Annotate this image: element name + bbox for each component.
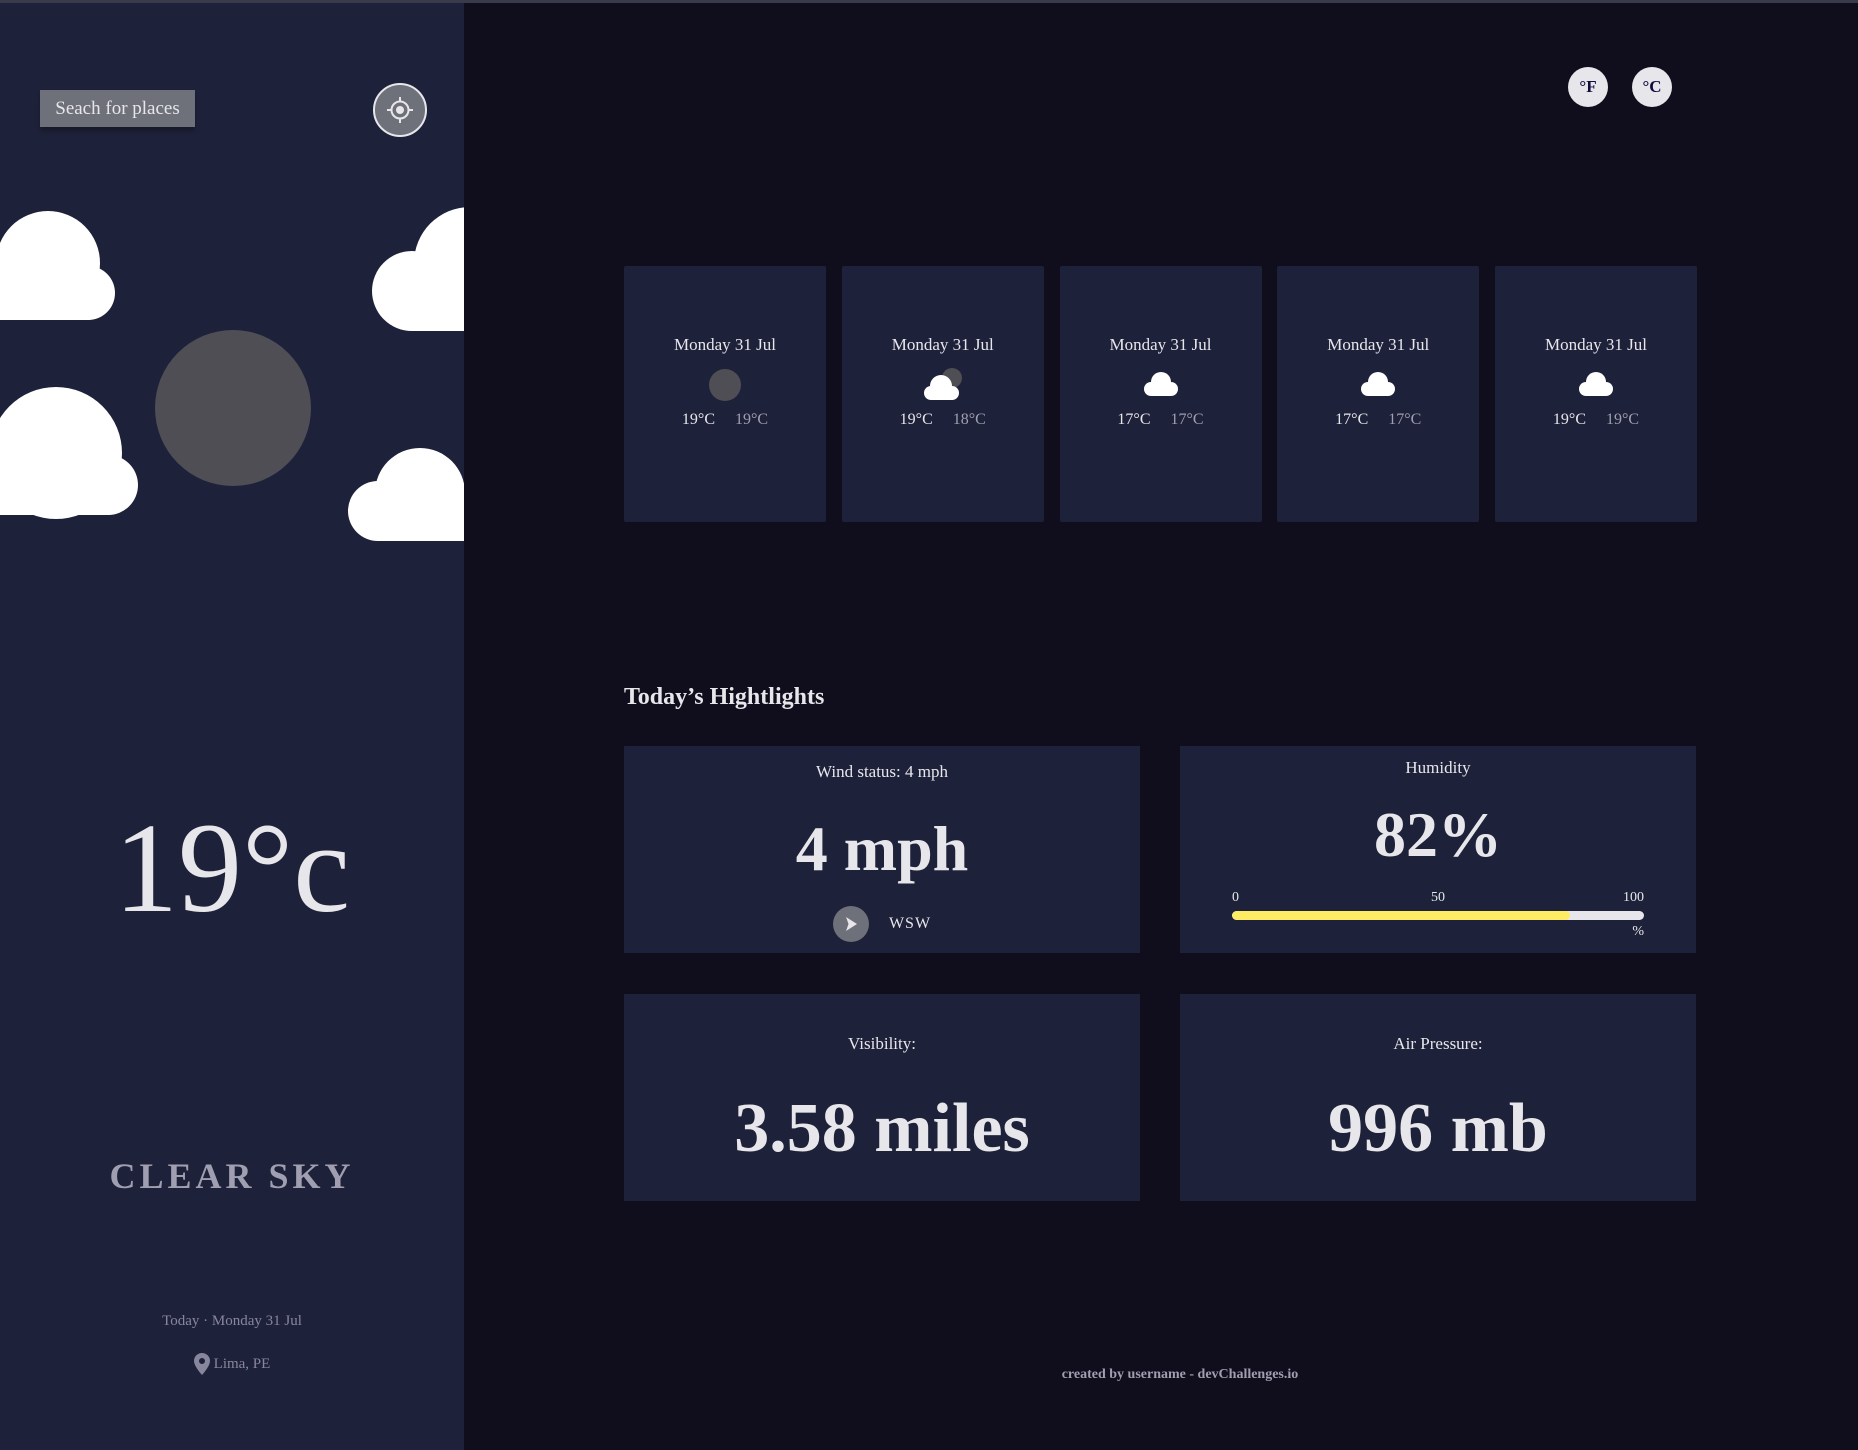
cloud-icon (372, 207, 464, 331)
cloud-icon (348, 448, 464, 541)
air-pressure-card: Air Pressure: 996 mb (1180, 994, 1696, 1201)
humidity-unit: % (1632, 924, 1644, 939)
humidity-progress-bar (1232, 911, 1644, 920)
locate-button[interactable] (373, 83, 427, 137)
forecast-day-card[interactable]: Monday 31 Jul 19°C 18°C (841, 266, 1044, 522)
forecast-date: Monday 31 Jul (1109, 335, 1212, 354)
visibility-label: Visibility: (848, 1034, 916, 1053)
forecast-min-temp: 19°C (735, 411, 769, 428)
cloud-icon (0, 211, 115, 320)
current-temperature: 19°c (114, 797, 350, 939)
cloud-icon (1361, 372, 1396, 396)
scale-min-label: 0 (1232, 890, 1239, 905)
forecast-date: Monday 31 Jul (1545, 335, 1647, 354)
weather-condition: CLEAR SKY (109, 1156, 355, 1196)
forecast-max-temp: 19°C (1552, 411, 1586, 428)
forecast-day-card[interactable]: Monday 31 Jul 19°C 19°C (1495, 266, 1697, 522)
forecast-day-card[interactable]: Monday 31 Jul 17°C 17°C (1059, 266, 1262, 522)
forecast-min-temp: 18°C (952, 411, 986, 428)
forecast-date: Monday 31 Jul (674, 335, 776, 354)
air-pressure-label: Air Pressure: (1393, 1034, 1483, 1053)
scale-max-label: 100 (1623, 890, 1644, 905)
today-date: Today · Monday 31 Jul (162, 1313, 302, 1329)
wind-direction-label: WSW (888, 915, 932, 932)
scale-mid-label: 50 (1431, 890, 1445, 905)
search-places-button[interactable]: Seach for places (40, 90, 195, 127)
forecast-list: Monday 31 Jul 19°C 19°C Monday 31 Jul 19… (624, 266, 1697, 522)
wind-status-card: Wind status: 4 mph 4 mph WSW (624, 746, 1140, 953)
few-clouds-icon (923, 368, 962, 400)
humidity-label: Humidity (1405, 758, 1471, 777)
air-pressure-value: 996 mb (1328, 1090, 1548, 1167)
highlights-title: Today’s Hightlights (624, 684, 825, 710)
location: Lima, PE (0, 1353, 464, 1375)
humidity-card: Humidity 82% 0 50 100 % (1180, 746, 1696, 953)
forecast-max-temp: 19°C (899, 411, 933, 428)
forecast-min-temp: 19°C (1606, 411, 1640, 428)
visibility-card: Visibility: 3.58 miles (624, 994, 1140, 1201)
navigation-arrow-icon (845, 917, 857, 931)
forecast-day-card[interactable]: Monday 31 Jul 19°C 19°C (624, 266, 826, 522)
map-pin-icon (193, 1353, 210, 1375)
forecast-date: Monday 31 Jul (891, 335, 994, 354)
wind-direction: WSW (624, 906, 1140, 942)
cloud-icon (0, 387, 138, 519)
location-label: Lima, PE (213, 1355, 271, 1372)
cloud-icon (1143, 372, 1178, 396)
forecast-day-card[interactable]: Monday 31 Jul 17°C 17°C (1277, 266, 1480, 522)
forecast-min-temp: 17°C (1388, 411, 1422, 428)
wind-status-label: Wind status: 4 mph (815, 762, 948, 781)
humidity-value: 82% (1374, 799, 1502, 870)
celsius-button[interactable]: °C (1632, 67, 1672, 107)
cloud-icon (1579, 372, 1613, 396)
background-clouds-art (0, 207, 464, 541)
clear-sky-icon (709, 369, 741, 401)
forecast-max-temp: 17°C (1335, 411, 1369, 428)
sun-icon (155, 330, 311, 486)
crosshair-icon (387, 97, 413, 123)
forecast-min-temp: 17°C (1170, 411, 1204, 428)
humidity-progress-fill (1232, 911, 1570, 920)
forecast-date: Monday 31 Jul (1327, 335, 1430, 354)
footer-credit: created by username - devChallenges.io (1061, 1367, 1299, 1382)
forecast-max-temp: 17°C (1117, 411, 1151, 428)
wind-status-value: 4 mph (795, 813, 969, 884)
fahrenheit-button[interactable]: °F (1568, 67, 1608, 107)
forecast-max-temp: 19°C (681, 411, 715, 428)
visibility-value: 3.58 miles (734, 1090, 1030, 1167)
sidebar: Seach for places 19°c CLEAR SKY Today · … (0, 3, 464, 1450)
